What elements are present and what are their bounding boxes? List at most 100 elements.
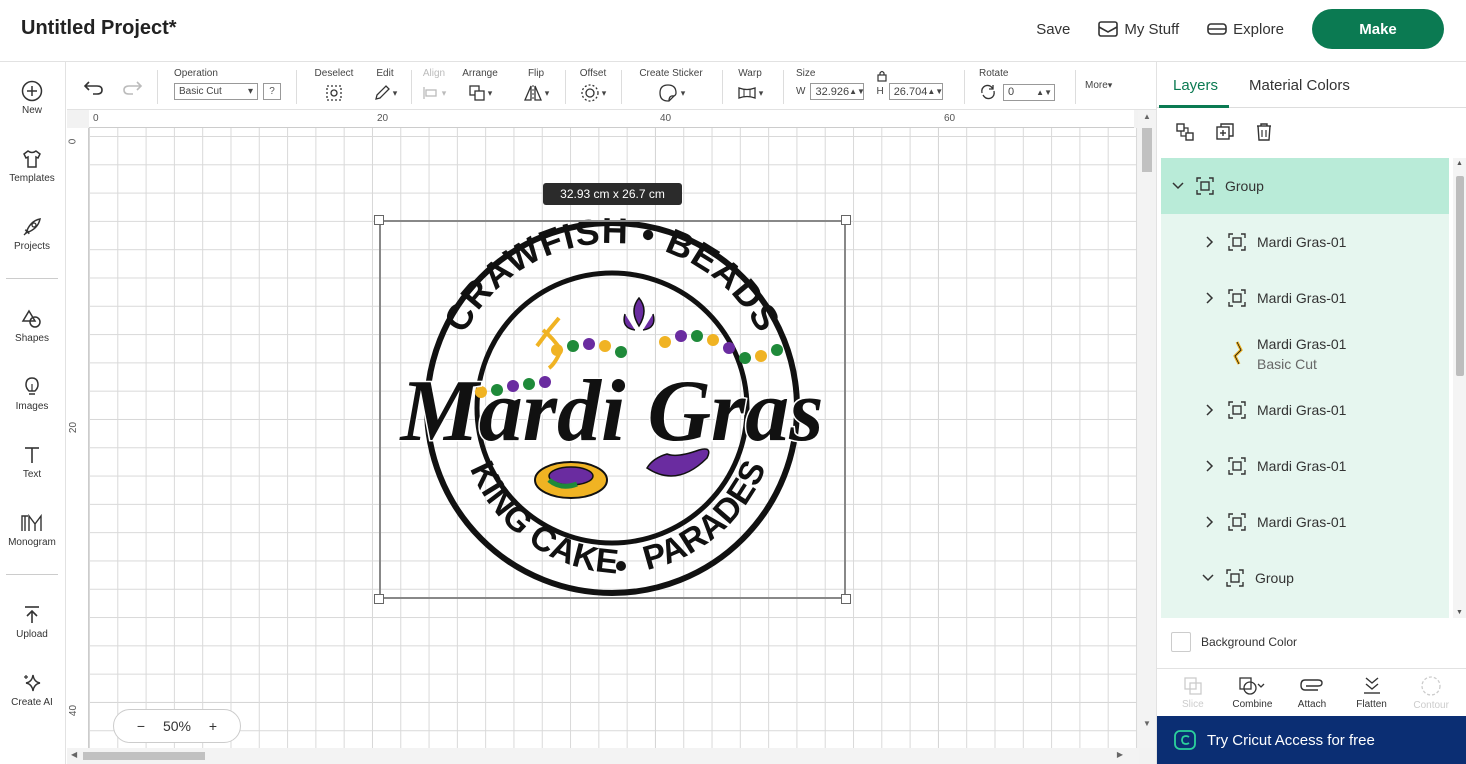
ruler-tick: 20 <box>377 113 389 124</box>
layer-row[interactable]: Mardi Gras-01 <box>1161 270 1449 326</box>
combine-button[interactable]: Combine <box>1224 669 1280 716</box>
duplicate-button[interactable] <box>1215 122 1235 142</box>
sidebar-item-monogram[interactable]: Monogram <box>0 512 64 548</box>
sidebar-item-shapes[interactable]: Shapes <box>0 308 64 344</box>
chevron-down-icon: ▾ <box>601 87 607 98</box>
toolbar-divider <box>411 70 412 104</box>
horizontal-scroll-thumb[interactable] <box>83 752 205 760</box>
layer-row[interactable]: Mardi Gras-01 <box>1161 438 1449 494</box>
horizontal-scrollbar[interactable]: ◀ ▶ <box>67 748 1139 764</box>
selection-box[interactable] <box>379 220 846 599</box>
layer-row[interactable]: Mardi Gras-01 <box>1161 214 1449 270</box>
stepper-icon: ▲▼ <box>927 87 944 96</box>
height-input[interactable]: 26.704 ▲▼ <box>888 83 944 100</box>
chevron-down-icon: ▾ <box>392 87 398 98</box>
edit-menu[interactable]: Edit ▾ <box>365 68 405 103</box>
scroll-up-icon[interactable]: ▲ <box>1456 160 1463 167</box>
zoom-in-button[interactable]: + <box>209 718 217 734</box>
explore-label: Explore <box>1233 20 1284 38</box>
sidebar-item-projects[interactable]: Projects <box>0 216 64 252</box>
operation-help-button[interactable]: ? <box>263 83 281 100</box>
scroll-left-icon[interactable]: ◀ <box>71 750 77 759</box>
align-menu[interactable]: Align ▾ <box>415 68 453 103</box>
chevron-down-icon: ▾ <box>247 86 253 97</box>
sidebar-item-create-ai[interactable]: Create AI <box>0 672 64 708</box>
sidebar-item-new[interactable]: New <box>0 80 64 116</box>
background-color-control[interactable]: Background Color <box>1171 632 1297 652</box>
resize-handle[interactable] <box>374 594 384 604</box>
sidebar-item-images[interactable]: Images <box>0 376 64 412</box>
group-layers-button[interactable] <box>1175 122 1195 142</box>
width-input[interactable]: 32.926 ▲▼ <box>810 83 865 100</box>
layer-row[interactable]: Mardi Gras-01 Basic Cut <box>1161 326 1449 382</box>
sidebar-item-label: Shapes <box>15 333 49 344</box>
scroll-down-icon[interactable]: ▼ <box>1143 719 1151 728</box>
chevron-right-icon[interactable] <box>1203 404 1217 416</box>
access-banner-label: Try Cricut Access for free <box>1207 731 1375 749</box>
scroll-right-icon[interactable]: ▶ <box>1117 750 1123 759</box>
resize-handle[interactable] <box>374 215 384 225</box>
create-sticker-menu[interactable]: Create Sticker ▾ <box>636 68 706 103</box>
sidebar-item-templates[interactable]: Templates <box>0 148 64 184</box>
layer-row[interactable]: Mardi Gras-01 <box>1161 494 1449 550</box>
flip-menu[interactable]: Flip ▾ <box>519 68 553 103</box>
save-button[interactable]: Save <box>1036 21 1070 38</box>
layers-scrollbar[interactable]: ▲ ▼ <box>1453 158 1466 618</box>
combine-label: Combine <box>1232 698 1273 710</box>
flip-icon <box>523 85 542 101</box>
layer-name: Group <box>1225 178 1264 194</box>
chevron-down-icon[interactable] <box>1201 574 1215 582</box>
warp-menu[interactable]: Warp ▾ <box>731 68 769 103</box>
scroll-down-icon[interactable]: ▼ <box>1456 609 1463 616</box>
explore-link[interactable]: Explore <box>1207 21 1284 38</box>
undo-icon[interactable] <box>83 78 105 96</box>
layer-row-group[interactable]: Group <box>1161 550 1449 606</box>
operation-select[interactable]: Basic Cut ▾ <box>174 83 258 100</box>
layer-row[interactable]: Mardi Gras-01 <box>1161 382 1449 438</box>
resize-handle[interactable] <box>841 215 851 225</box>
design-canvas[interactable]: 0 20 40 60 0 20 40 CRAWFISH • BEADS KING… <box>67 110 1156 764</box>
scroll-up-icon[interactable]: ▲ <box>1143 112 1151 121</box>
chevron-down-icon[interactable] <box>1171 182 1185 190</box>
layer-name: Mardi Gras-01 <box>1257 402 1347 418</box>
resize-handle[interactable] <box>841 594 851 604</box>
group-layer-icon <box>1228 457 1246 475</box>
slice-button[interactable]: Slice <box>1165 669 1221 716</box>
lock-icon[interactable] <box>877 70 887 82</box>
background-color-checkbox[interactable] <box>1171 632 1191 652</box>
chevron-right-icon[interactable] <box>1203 292 1217 304</box>
layer-row-group[interactable]: Group <box>1161 158 1449 214</box>
height-label: H <box>876 86 884 97</box>
offset-menu[interactable]: Offset ▾ <box>573 68 613 103</box>
chevron-right-icon[interactable] <box>1203 236 1217 248</box>
chevron-right-icon[interactable] <box>1203 460 1217 472</box>
flatten-button[interactable]: Flatten <box>1344 669 1400 716</box>
delete-button[interactable] <box>1255 122 1273 142</box>
layers-scroll-thumb[interactable] <box>1456 176 1464 376</box>
sidebar-item-upload[interactable]: Upload <box>0 604 64 640</box>
my-stuff-link[interactable]: My Stuff <box>1098 21 1179 38</box>
layer-name: Group <box>1255 570 1294 586</box>
project-title[interactable]: Untitled Project* <box>21 17 177 40</box>
tab-layers[interactable]: Layers <box>1173 77 1218 94</box>
layer-text: Mardi Gras-01 Basic Cut <box>1257 334 1346 374</box>
paperclip-icon <box>1300 678 1323 691</box>
attach-label: Attach <box>1297 698 1327 710</box>
vertical-scroll-thumb[interactable] <box>1142 128 1152 172</box>
rotate-input[interactable]: 0 ▲▼ <box>1003 83 1055 101</box>
vertical-scrollbar[interactable]: ▲ ▼ <box>1138 110 1156 748</box>
tab-material-colors[interactable]: Material Colors <box>1249 77 1350 94</box>
redo-icon[interactable] <box>121 78 143 96</box>
attach-button[interactable]: Attach <box>1284 669 1340 716</box>
cricut-access-banner[interactable]: Try Cricut Access for free <box>1157 716 1466 764</box>
sidebar-item-text[interactable]: Text <box>0 444 64 480</box>
make-button[interactable]: Make <box>1312 9 1444 49</box>
deselect-button[interactable]: Deselect <box>311 68 357 103</box>
group-layer-icon <box>1226 569 1244 587</box>
arrange-menu[interactable]: Arrange ▾ <box>457 68 503 103</box>
contour-button[interactable]: Contour <box>1403 669 1459 716</box>
more-menu[interactable]: More▾ <box>1085 80 1125 91</box>
zoom-out-button[interactable]: − <box>137 718 145 734</box>
toolbar-divider <box>157 70 158 104</box>
chevron-right-icon[interactable] <box>1203 516 1217 528</box>
